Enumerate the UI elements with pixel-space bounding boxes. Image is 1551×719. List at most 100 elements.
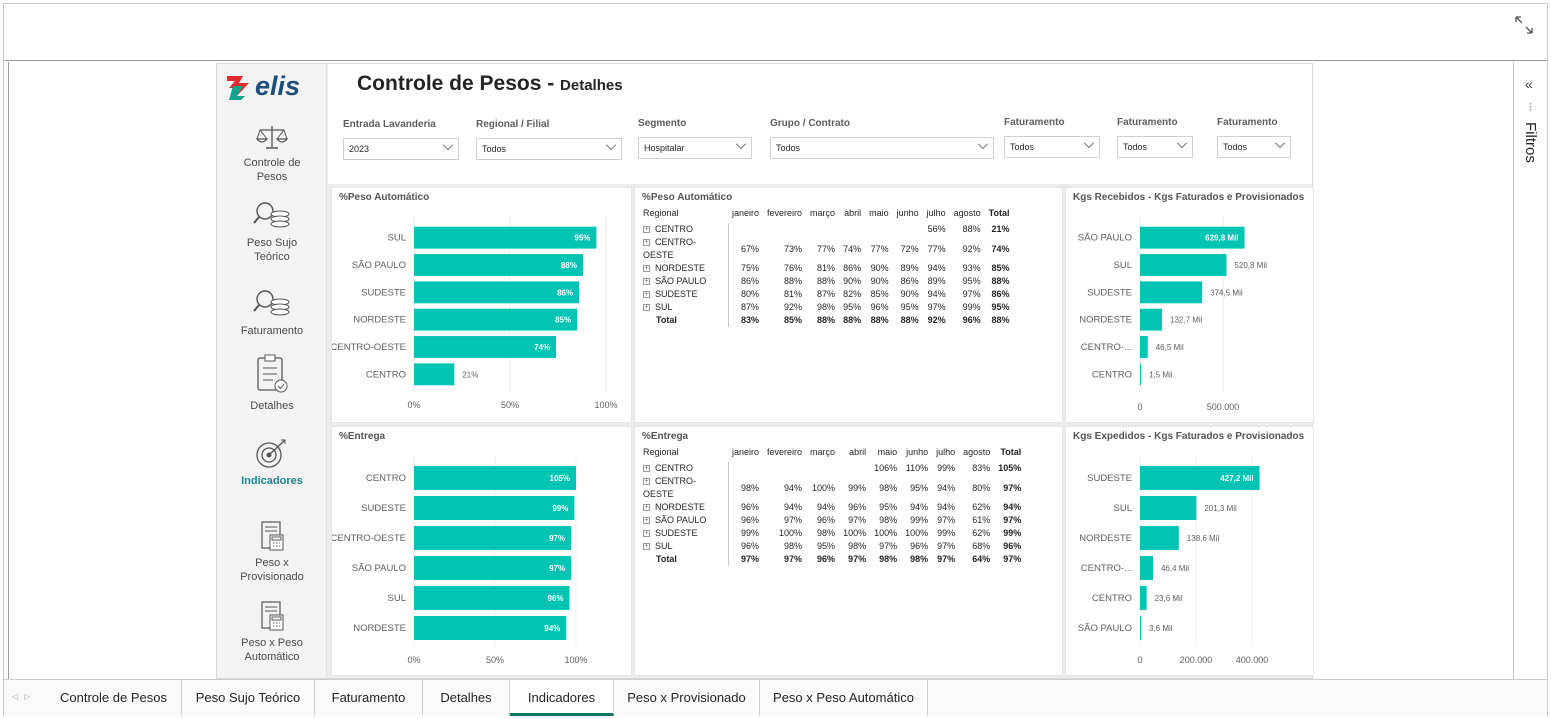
expand-plus-icon[interactable]: + — [643, 517, 650, 525]
matrix-cell: 64% — [972, 554, 991, 564]
nav-label: Peso Sujo Teórico — [246, 237, 298, 263]
matrix-row-label: + NORDESTE — [643, 262, 729, 275]
nav-faturamento[interactable]: Faturamento — [217, 288, 327, 338]
chevron-down-icon — [735, 138, 747, 150]
matrix-header-month: agosto — [963, 447, 991, 457]
matrix-cell: 94% — [784, 502, 803, 512]
filter-dropdown-segmento[interactable]: Hospitalar — [638, 137, 752, 159]
tab-label: Peso x Peso Automático — [773, 690, 914, 705]
chart-peso-automatico[interactable]: %Peso Automático 0% 50% 100% SUL 95% SÃO PAUL… — [331, 187, 632, 423]
filter-dropdown-faturamento-3[interactable]: Todos — [1217, 136, 1291, 158]
matrix-row[interactable]: + CENTRO 106% 110% 99% 83% 105% — [643, 462, 1025, 475]
expand-plus-icon[interactable]: + — [643, 465, 650, 473]
tab-peso-x-provisionado[interactable]: Peso x Provisionado — [614, 680, 760, 716]
tab-controle-de-pesos[interactable]: Controle de Pesos — [46, 680, 182, 716]
svg-text:elis: elis — [255, 71, 300, 101]
filter-dropdown-regional-filial[interactable]: Todos — [476, 138, 622, 160]
filter-value: Todos — [482, 144, 507, 154]
expand-icon[interactable] — [1513, 14, 1535, 36]
matrix-row[interactable]: + SUL 87% 92% 98% 95% 96% 95% 97% 99% 95% — [643, 301, 1014, 314]
expand-plus-icon[interactable]: + — [643, 239, 650, 247]
nav-label: Indicadores — [241, 475, 303, 487]
tab-peso-sujo-teorico[interactable]: Peso Sujo Teórico — [182, 680, 315, 716]
report-window: elis Controle de Pesos Peso Sujo Teórico… — [3, 3, 1548, 716]
bar — [414, 526, 572, 550]
tab-detalhes[interactable]: Detalhes — [423, 680, 510, 716]
matrix-row-total: 85% — [991, 263, 1010, 273]
nav-peso-sujo-teorico[interactable]: Peso Sujo Teórico — [217, 200, 327, 264]
matrix-row[interactable]: + SÃO PAULO 86% 88% 88% 90% 90% 86% 89% 95% 88% — [643, 275, 1014, 288]
matrix-row[interactable]: + CENTRO-OESTE 67% 73% 77% 74% 77% 72% 77% 92% 74% — [643, 236, 1014, 262]
expand-plus-icon[interactable]: + — [643, 226, 650, 234]
x-tick-label: 0 — [1137, 655, 1142, 665]
expand-plus-icon[interactable]: + — [643, 530, 650, 538]
data-label: 629,8 Mil — [1205, 234, 1238, 243]
expand-plus-icon[interactable]: + — [643, 265, 650, 273]
chart-kgs-recebidos[interactable]: Kgs Recebidos - Kgs Faturados e Provisio… — [1065, 187, 1314, 423]
matrix-row[interactable]: + NORDESTE 96% 94% 94% 96% 95% 94% 94% 62% 94% — [643, 501, 1025, 514]
matrix-peso-automatico[interactable]: %Peso Automático Regional janeiro fevereir… — [634, 187, 1063, 423]
tab-scroll-arrows-icon[interactable]: ◁▷ — [12, 692, 36, 701]
bar — [414, 496, 575, 520]
filter-dropdown-faturamento-2[interactable]: Todos — [1117, 136, 1193, 158]
expand-plus-icon[interactable]: + — [643, 478, 650, 486]
nav-detalhes[interactable]: Detalhes — [217, 353, 327, 413]
matrix-cell: 92% — [784, 302, 803, 312]
nav-peso-x-provisionado[interactable]: Peso x Provisionado — [217, 520, 327, 584]
nav-peso-x-peso-automatico[interactable]: Peso x Peso Automático — [217, 600, 327, 664]
matrix-row[interactable]: + SUDESTE 80% 81% 87% 82% 85% 90% 94% 97% 86% — [643, 288, 1014, 301]
report-canvas: elis Controle de Pesos Peso Sujo Teórico… — [8, 62, 1514, 679]
bar-chart-svg: 0% 50% 100% CENTRO 105% SUDESTE 99% CENTRO-OEST… — [331, 455, 588, 665]
bar — [1140, 363, 1141, 386]
filter-dropdown-entrada-lavanderia[interactable]: 2023 — [343, 138, 459, 160]
expand-plus-icon[interactable]: + — [643, 543, 650, 551]
bar — [1140, 526, 1179, 550]
collapse-pane-icon[interactable]: « — [1525, 76, 1533, 92]
nav-indicadores[interactable]: Indicadores — [217, 436, 327, 488]
matrix-cell: 110% — [905, 463, 929, 473]
matrix-cell — [728, 462, 763, 475]
tab-indicadores[interactable]: Indicadores — [510, 680, 614, 716]
matrix-cell: 95% — [900, 302, 919, 312]
filter-faturamento-1: Faturamento Todos — [1004, 117, 1100, 158]
matrix-cell: 98% — [817, 528, 836, 538]
filters-pane[interactable]: « ⫶ Filtros — [1513, 62, 1547, 679]
matrix-header-month: fevereiro — [767, 447, 803, 457]
expand-plus-icon[interactable]: + — [643, 504, 650, 512]
matrix-cell: 96% — [817, 515, 836, 525]
matrix-cell: 94% — [817, 502, 836, 512]
matrix-title: %Entrega — [642, 431, 689, 442]
matrix-row[interactable]: + SUL 96% 98% 95% 98% 97% 96% 97% 68% 96% — [643, 540, 1025, 553]
matrix-entrega[interactable]: %Entrega Regional janeiro fevereiro março ab… — [634, 426, 1063, 676]
matrix-cell: 96% — [741, 515, 760, 525]
matrix-row[interactable]: + CENTRO 56% 88% 21% — [643, 223, 1014, 236]
nav-controle-de-pesos[interactable]: Controle de Pesos — [217, 122, 327, 184]
chart-entrega[interactable]: %Entrega 0% 50% 100% CENTRO 105% SUDESTE 99% CE… — [331, 426, 632, 676]
matrix-cell: 98% — [848, 541, 867, 551]
bar — [414, 363, 455, 386]
tab-peso-x-peso-automatico[interactable]: Peso x Peso Automático — [760, 680, 928, 716]
matrix-cell: 98% — [879, 482, 898, 493]
data-label: 95% — [574, 234, 590, 243]
matrix-row[interactable]: + SÃO PAULO 96% 97% 96% 97% 98% 99% 97% 61% 97% — [643, 514, 1025, 527]
expand-plus-icon[interactable]: + — [643, 304, 650, 312]
matrix-row[interactable]: + NORDESTE 75% 76% 81% 86% 90% 89% 94% 93% 85% — [643, 262, 1014, 275]
filter-dropdown-grupo-contrato[interactable]: Todos — [770, 137, 994, 159]
matrix-cell: 99% — [937, 528, 956, 538]
matrix-row[interactable]: + SUDESTE 99% 100% 98% 100% 100% 100% 99% 62% 99% — [643, 527, 1025, 540]
page-title: Controle de Pesos - Detalhes — [357, 72, 623, 96]
expand-plus-icon[interactable]: + — [643, 278, 650, 286]
chart-kgs-expedidos[interactable]: Kgs Expedidos - Kgs Faturados e Provisio… — [1065, 426, 1314, 676]
tab-faturamento[interactable]: Faturamento — [315, 680, 423, 716]
matrix-row-label: + SUDESTE — [643, 527, 729, 540]
data-label: 520,8 Mil — [1234, 261, 1267, 270]
matrix-cell: 94% — [927, 289, 946, 299]
expand-plus-icon[interactable]: + — [643, 291, 650, 299]
category-label: SUDESTE — [1087, 473, 1132, 484]
matrix-cell: 62% — [972, 502, 991, 512]
nav-label: Faturamento — [240, 325, 304, 337]
matrix-row[interactable]: + CENTRO-OESTE 98% 94% 100% 99% 98% 95% 94% 80% 97… — [643, 475, 1025, 501]
matrix-header-month: julho — [926, 208, 946, 218]
matrix-cell — [893, 223, 923, 236]
filter-dropdown-faturamento-1[interactable]: Todos — [1004, 136, 1100, 158]
